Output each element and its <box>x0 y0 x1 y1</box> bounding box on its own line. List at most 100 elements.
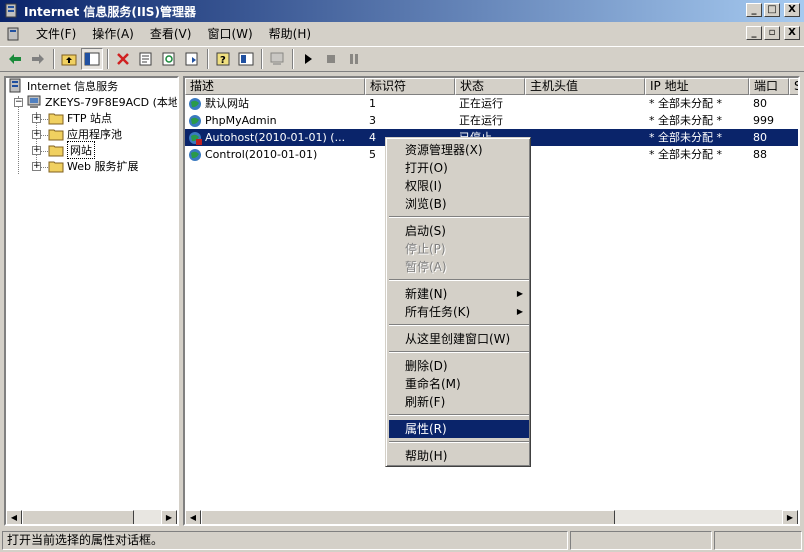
delete-icon <box>117 53 129 65</box>
stop-button[interactable] <box>320 48 342 70</box>
submenu-arrow-icon: ▶ <box>516 289 523 298</box>
folder-icon <box>48 129 64 141</box>
show-hide-tree-button[interactable] <box>81 48 103 70</box>
toolbar-separator <box>261 49 263 69</box>
forward-arrow-icon <box>32 54 44 64</box>
tree-ftp-sites[interactable]: FTP 站点 <box>48 110 112 126</box>
export-list-button[interactable] <box>181 48 203 70</box>
folder-icon <box>48 113 64 125</box>
back-arrow-icon <box>9 54 21 64</box>
scroll-thumb[interactable] <box>22 510 134 524</box>
svg-text:?: ? <box>220 55 226 66</box>
menu-item-properties[interactable]: 属性(R) <box>389 420 529 438</box>
forward-button[interactable] <box>27 48 49 70</box>
tree-pane[interactable]: Internet 信息服务 − ZKEYS-79F8E9ACD (本地计 + F… <box>4 76 179 526</box>
toolbar: ? <box>0 46 804 72</box>
col-s[interactable]: S <box>789 78 798 95</box>
menu-item-new-window[interactable]: 从这里创建窗口(W) <box>389 330 529 348</box>
up-folder-icon <box>61 54 77 66</box>
refresh-icon <box>162 52 175 66</box>
expand-ftp-toggle[interactable]: + <box>32 114 41 123</box>
menu-separator <box>389 279 529 281</box>
tree-websites[interactable]: 网站 <box>48 141 95 159</box>
maximize-button[interactable]: □ <box>764 3 780 17</box>
menu-separator <box>389 324 529 326</box>
close-button[interactable]: X <box>784 3 800 17</box>
title-bar[interactable]: Internet 信息服务(IIS)管理器 _ □ X <box>0 0 804 22</box>
scroll-left-button[interactable]: ◀ <box>6 510 22 524</box>
website-globe-icon <box>189 114 201 127</box>
expand-web-ext-toggle[interactable]: + <box>32 162 41 171</box>
scroll-right-button[interactable]: ▶ <box>161 510 177 524</box>
up-one-level-button[interactable] <box>58 48 80 70</box>
help-button[interactable]: ? <box>212 48 234 70</box>
menu-item-all-tasks[interactable]: 所有任务(K) ▶ <box>389 303 529 321</box>
menu-item-permissions[interactable]: 权限(I) <box>389 177 529 195</box>
toolbar-separator <box>53 49 55 69</box>
menu-item-delete[interactable]: 删除(D) <box>389 357 529 375</box>
tree-app-pools[interactable]: 应用程序池 <box>48 126 122 142</box>
tree-web-ext-label: Web 服务扩展 <box>67 160 139 173</box>
menu-action[interactable]: 操作(A) <box>84 24 142 44</box>
scroll-right-button[interactable]: ▶ <box>782 510 798 524</box>
toolbar-separator <box>107 49 109 69</box>
tree-server[interactable]: ZKEYS-79F8E9ACD (本地计 <box>26 94 179 110</box>
scroll-thumb[interactable] <box>201 510 615 524</box>
col-ip-address[interactable]: IP 地址 <box>645 78 749 95</box>
refresh-button[interactable] <box>158 48 180 70</box>
menu-help[interactable]: 帮助(H) <box>261 24 319 44</box>
collapse-server-toggle[interactable]: − <box>14 98 23 107</box>
properties-button[interactable] <box>135 48 157 70</box>
server-icon <box>27 95 41 108</box>
list-item[interactable]: PhpMyAdmin 3 正在运行 * 全部未分配 * 999 <box>185 112 798 129</box>
computer-button[interactable] <box>266 48 288 70</box>
col-status[interactable]: 状态 <box>455 78 525 95</box>
col-host-header[interactable]: 主机头值 <box>525 78 645 95</box>
pause-button[interactable] <box>343 48 365 70</box>
site-id: 3 <box>369 114 376 127</box>
col-description[interactable]: 描述 <box>185 78 365 95</box>
minimize-button[interactable]: _ <box>746 3 762 17</box>
show-tree-icon <box>84 52 100 66</box>
mmc-button[interactable] <box>235 48 257 70</box>
tree-hscrollbar[interactable]: ◀ ▶ <box>6 510 177 524</box>
mdi-restore-button[interactable]: ▫ <box>764 26 780 40</box>
menu-item-stop[interactable]: 停止(P) <box>389 240 529 258</box>
tree-server-label: ZKEYS-79F8E9ACD (本地计 <box>45 96 179 109</box>
stop-icon <box>327 55 335 63</box>
scroll-left-button[interactable]: ◀ <box>185 510 201 524</box>
menu-item-rename[interactable]: 重命名(M) <box>389 375 529 393</box>
expand-websites-toggle[interactable]: + <box>32 146 41 155</box>
folder-icon <box>48 145 64 157</box>
delete-button[interactable] <box>112 48 134 70</box>
menu-item-open[interactable]: 打开(O) <box>389 159 529 177</box>
col-port[interactable]: 端口 <box>749 78 789 95</box>
expand-app-pools-toggle[interactable]: + <box>32 130 41 139</box>
col-identifier[interactable]: 标识符 <box>365 78 455 95</box>
menu-item-refresh[interactable]: 刷新(F) <box>389 393 529 411</box>
website-globe-icon <box>189 148 201 161</box>
list-item[interactable]: 默认网站 1 正在运行 * 全部未分配 * 80 <box>185 95 798 112</box>
site-port: 88 <box>753 148 767 161</box>
menu-view[interactable]: 查看(V) <box>142 24 200 44</box>
menu-item-explore[interactable]: 资源管理器(X) <box>389 141 529 159</box>
menu-file[interactable]: 文件(F) <box>28 24 84 44</box>
mdi-close-button[interactable]: X <box>784 26 800 40</box>
menu-window[interactable]: 窗口(W) <box>199 24 260 44</box>
help-icon: ? <box>216 52 230 66</box>
menu-item-browse[interactable]: 浏览(B) <box>389 195 529 213</box>
list-hscrollbar[interactable]: ◀ ▶ <box>185 510 798 524</box>
back-button[interactable] <box>4 48 26 70</box>
iis-root-icon <box>9 78 21 93</box>
tree-root[interactable]: Internet 信息服务 <box>8 78 118 94</box>
console-icon[interactable] <box>6 26 22 42</box>
site-port: 999 <box>753 114 774 127</box>
mdi-minimize-button[interactable]: _ <box>746 26 762 40</box>
menu-item-start[interactable]: 启动(S) <box>389 222 529 240</box>
menu-item-new[interactable]: 新建(N) ▶ <box>389 285 529 303</box>
menu-item-help[interactable]: 帮助(H) <box>389 447 529 465</box>
start-button[interactable] <box>297 48 319 70</box>
site-port: 80 <box>753 97 767 110</box>
menu-item-pause[interactable]: 暂停(A) <box>389 258 529 276</box>
tree-web-extensions[interactable]: Web 服务扩展 <box>48 158 138 174</box>
